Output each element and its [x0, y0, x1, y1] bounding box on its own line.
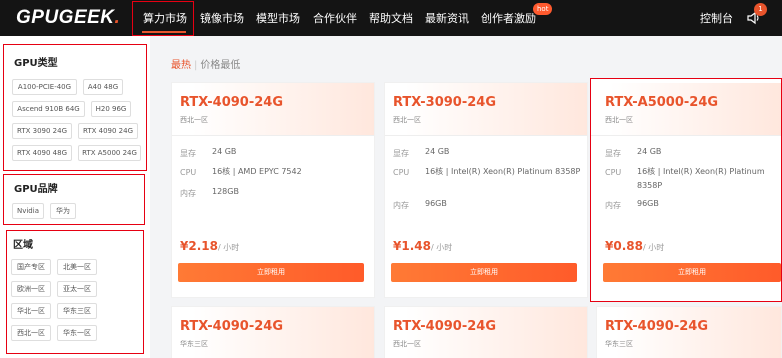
card-title: RTX-A5000-24G [605, 95, 719, 110]
spec-value-cpu: 16核 | Intel(R) Xeon(R) Platinum 8358P [637, 167, 765, 190]
logo[interactable]: GPUGEEK. [16, 7, 120, 29]
spec-value-cpu: 16核 | AMD EPYC 7542 [212, 167, 302, 176]
tag-a100-pcie-40g[interactable]: A100-PCIE-40G [12, 79, 77, 95]
tag-huawei[interactable]: 华为 [50, 203, 76, 219]
spec-label-vram: 显存 [393, 149, 409, 158]
card-price: ¥0.88/ 小时 [605, 239, 665, 253]
tag-region-east-china-3[interactable]: 华东三区 [57, 303, 97, 319]
sort-lowest-price[interactable]: 价格最低 [200, 60, 240, 71]
spec-value-vram: 24 GB [425, 147, 450, 156]
hot-badge: hot [533, 3, 553, 15]
spec-value-cpu: 16核 | Intel(R) Xeon(R) Platinum 8358P [425, 167, 581, 176]
active-nav-underline [142, 31, 186, 33]
tag-region-europe-1[interactable]: 欧洲一区 [11, 281, 51, 297]
card-title: RTX-4090-24G [393, 319, 496, 334]
rent-now-button[interactable]: 立即租用 [391, 263, 577, 282]
gpu-card[interactable]: RTX-4090-24G 西北一区 显存 24 GB CPU 16核 | AMD… [171, 82, 375, 298]
sort-separator: | [194, 60, 198, 71]
spec-value-ram: 96GB [425, 199, 447, 208]
card-region: 华东三区 [605, 340, 633, 348]
card-title: RTX-4090-24G [605, 319, 708, 334]
card-title: RTX-3090-24G [393, 95, 496, 110]
tag-region-domestic[interactable]: 国产专区 [11, 259, 51, 275]
gpu-card-highlighted[interactable]: RTX-A5000-24G 西北一区 显存 24 GB CPU 16核 | In… [590, 78, 782, 302]
rent-now-button[interactable]: 立即租用 [178, 263, 364, 282]
card-divider [172, 135, 374, 136]
notification-count-badge: 1 [754, 3, 767, 16]
nav-item-help-docs[interactable]: 帮助文档 [369, 10, 413, 26]
tag-h20-96g[interactable]: H20 96G [91, 101, 131, 117]
tag-rtx-3090-24g[interactable]: RTX 3090 24G [12, 123, 72, 139]
spec-label-vram: 显存 [180, 149, 196, 158]
console-link[interactable]: 控制台 [700, 10, 733, 26]
gpu-card[interactable]: RTX-4090-24G 华东三区 [171, 306, 375, 358]
spec-label-cpu: CPU [605, 168, 622, 177]
nav-item-creator-incentive[interactable]: 创作者激励 [481, 10, 536, 26]
card-divider [591, 135, 781, 136]
gpu-card[interactable]: RTX-4090-24G 西北一区 [384, 306, 588, 358]
region-filter: 区域 国产专区 北美一区 欧洲一区 亚太一区 华北一区 华东三区 西北一区 华东… [6, 230, 144, 354]
top-nav: GPUGEEK. 算力市场 镜像市场 模型市场 合作伙伴 帮助文档 最新资讯 创… [0, 0, 782, 36]
tag-region-north-america-1[interactable]: 北美一区 [57, 259, 97, 275]
gpu-type-filter: GPU类型 A100-PCIE-40G A40 48G Ascend 910B … [3, 44, 147, 171]
spec-label-ram: 内存 [605, 201, 621, 210]
spec-label-ram: 内存 [180, 189, 196, 198]
card-region: 西北一区 [393, 340, 421, 348]
sort-hottest[interactable]: 最热 [171, 60, 191, 71]
tag-a40-48g[interactable]: A40 48G [83, 79, 123, 95]
sort-bar: 最热 | 价格最低 [171, 56, 240, 71]
nav-item-model-market[interactable]: 模型市场 [256, 10, 300, 26]
card-region: 华东三区 [180, 340, 208, 348]
gpu-brand-title: GPU品牌 [14, 184, 58, 195]
spec-label-ram: 内存 [393, 201, 409, 210]
card-price: ¥2.18/ 小时 [180, 239, 240, 253]
card-price: ¥1.48/ 小时 [393, 239, 453, 253]
nav-item-partners[interactable]: 合作伙伴 [313, 10, 357, 26]
gpu-type-title: GPU类型 [14, 58, 58, 69]
gpu-card[interactable]: RTX-4090-24G 华东三区 [596, 306, 782, 358]
spec-value-ram: 96GB [637, 199, 659, 208]
spec-value-ram: 128GB [212, 187, 239, 196]
spec-label-cpu: CPU [180, 168, 197, 177]
tag-rtx-4090-48g[interactable]: RTX 4090 48G [12, 145, 72, 161]
spec-label-vram: 显存 [605, 149, 621, 158]
nav-item-compute-market[interactable]: 算力市场 [143, 10, 187, 26]
tag-region-east-china-1[interactable]: 华东一区 [57, 325, 97, 341]
spec-label-cpu: CPU [393, 168, 410, 177]
spec-value-vram: 24 GB [637, 147, 662, 156]
region-title: 区域 [13, 240, 33, 251]
card-region: 西北一区 [605, 116, 633, 124]
tag-region-asia-pacific-1[interactable]: 亚太一区 [57, 281, 97, 297]
rent-now-button[interactable]: 立即租用 [603, 263, 781, 282]
card-divider [385, 135, 587, 136]
tag-rtx-4090-24g[interactable]: RTX 4090 24G [78, 123, 138, 139]
tag-nvidia[interactable]: Nvidia [12, 203, 44, 219]
tag-region-north-china-1[interactable]: 华北一区 [11, 303, 51, 319]
tag-region-northwest-1[interactable]: 西北一区 [11, 325, 51, 341]
gpu-brand-filter: GPU品牌 Nvidia 华为 [3, 174, 145, 225]
card-region: 西北一区 [180, 116, 208, 124]
card-title: RTX-4090-24G [180, 95, 283, 110]
tag-rtx-a5000-24g[interactable]: RTX A5000 24G [78, 145, 141, 161]
card-region: 西北一区 [393, 116, 421, 124]
gpu-card[interactable]: RTX-3090-24G 西北一区 显存 24 GB CPU 16核 | Int… [384, 82, 588, 298]
spec-value-vram: 24 GB [212, 147, 237, 156]
nav-item-news[interactable]: 最新资讯 [425, 10, 469, 26]
tag-ascend-910b-64g[interactable]: Ascend 910B 64G [12, 101, 85, 117]
nav-item-image-market[interactable]: 镜像市场 [200, 10, 244, 26]
card-title: RTX-4090-24G [180, 319, 283, 334]
